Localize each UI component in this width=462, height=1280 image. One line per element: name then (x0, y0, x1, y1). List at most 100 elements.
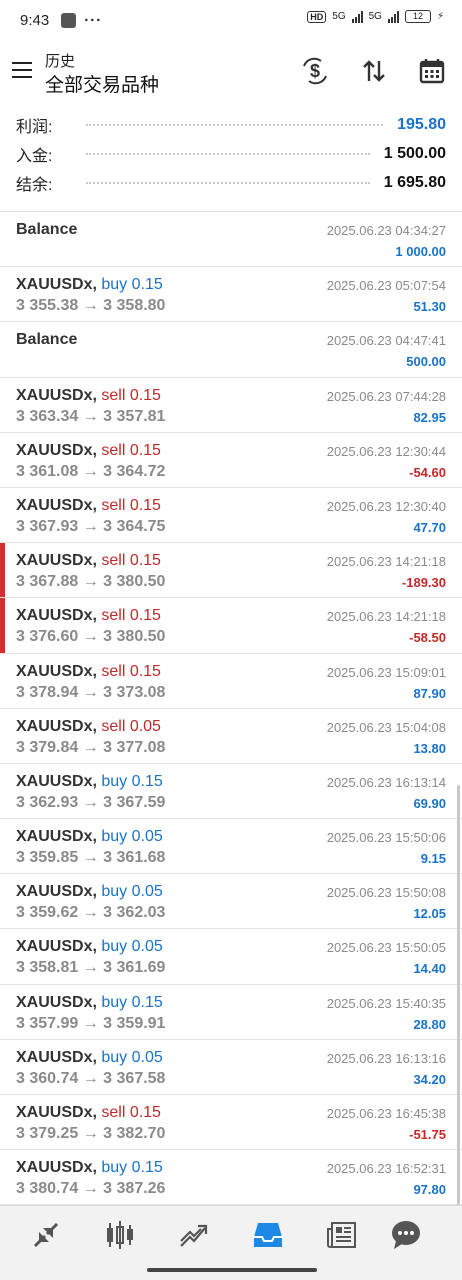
symbol-name: XAUUSDx, (16, 386, 97, 404)
deal-row[interactable]: XAUUSDx, buy 0.15 3 380.74 → 3 387.26 2025… (0, 1150, 462, 1206)
quotes-icon[interactable] (29, 1218, 63, 1252)
deal-prices: 3 361.08 → 3 364.72 (16, 462, 166, 480)
dotted-leader (86, 123, 384, 126)
symbol-name: XAUUSDx, (16, 828, 97, 846)
deal-time: 2025.06.23 12:30:44 (326, 443, 446, 459)
status-time: 9:43 (20, 11, 50, 29)
bottom-nav (0, 1205, 462, 1280)
deal-time: 2025.06.23 15:09:01 (326, 664, 446, 680)
balance-label: 结余: (16, 176, 53, 194)
chat-icon[interactable] (389, 1218, 423, 1252)
calendar-icon[interactable] (417, 56, 447, 86)
deal-side-volume: sell 0.15 (101, 496, 161, 514)
deal-row[interactable]: XAUUSDx, sell 0.15 3 361.08 → 3 364.72 202… (0, 433, 462, 488)
deal-row[interactable]: XAUUSDx, sell 0.15 3 376.60 → 3 380.50 202… (0, 598, 462, 654)
deal-time: 2025.06.23 12:30:40 (326, 498, 446, 514)
deal-side-volume: buy 0.15 (101, 276, 163, 294)
deal-side-volume: buy 0.15 (101, 993, 163, 1011)
status-bar: 9:43 ··· HD 5G 5G 12 ⚡ (0, 0, 462, 40)
currency-exchange-icon[interactable]: $ (300, 56, 330, 86)
history-icon[interactable] (251, 1218, 285, 1252)
deal-symbol: XAUUSDx, buy 0.15 (16, 994, 163, 1012)
deal-row[interactable]: XAUUSDx, buy 0.05 3 358.81 → 3 361.69 2025… (0, 929, 462, 985)
summary-row-balance: 结余: 1 695.80 (0, 168, 462, 197)
deal-symbol: XAUUSDx, buy 0.15 (16, 773, 163, 791)
deal-side-volume: sell 0.05 (101, 717, 161, 735)
deal-row[interactable]: XAUUSDx, buy 0.05 3 360.74 → 3 367.58 2025… (0, 1040, 462, 1095)
deal-time: 2025.06.23 15:50:06 (326, 830, 446, 846)
symbol-name: XAUUSDx, (16, 552, 97, 570)
symbol-name: XAUUSDx, (16, 662, 97, 680)
notification-icon (61, 12, 77, 28)
deal-profit: 1 000.00 (395, 244, 446, 259)
deal-row[interactable]: XAUUSDx, sell 0.15 3 378.94 → 3 373.08 202… (0, 654, 462, 709)
deal-side-volume: buy 0.05 (101, 883, 163, 901)
balance-value: 1 695.80 (383, 173, 446, 191)
deal-time: 2025.06.23 16:45:38 (326, 1106, 446, 1121)
deal-side-volume: buy 0.15 (101, 772, 163, 790)
news-icon[interactable] (325, 1218, 359, 1252)
svg-text:$: $ (310, 61, 320, 81)
deal-prices: 3 357.99 → 3 359.91 (16, 1014, 166, 1032)
deal-profit: 13.80 (413, 740, 446, 756)
symbol-name: XAUUSDx, (16, 1104, 97, 1121)
deal-symbol: XAUUSDx, buy 0.05 (16, 1049, 163, 1067)
deal-profit: -51.75 (409, 1127, 446, 1142)
signal-icon (351, 10, 363, 23)
deal-profit: 9.15 (420, 851, 446, 867)
deal-row[interactable]: XAUUSDx, sell 0.15 3 367.93 → 3 364.75 202… (0, 488, 462, 544)
deal-time: 2025.06.23 07:44:28 (326, 388, 446, 404)
deal-row[interactable]: Balance 2025.06.23 04:34:27 1 000.00 (0, 212, 462, 268)
deal-profit: -58.50 (409, 630, 446, 646)
deal-prices: 3 367.88 → 3 380.50 (16, 573, 166, 591)
symbol-name: XAUUSDx, (16, 496, 97, 514)
status-indicators: HD 5G 5G 12 ⚡ (307, 10, 444, 23)
menu-icon[interactable] (12, 62, 32, 78)
network-type-2: 5G (368, 11, 382, 22)
sort-icon[interactable] (359, 56, 389, 86)
deal-row[interactable]: XAUUSDx, sell 0.05 3 379.84 → 3 377.08 202… (0, 709, 462, 764)
symbol-name: XAUUSDx, (16, 883, 97, 901)
home-indicator[interactable] (147, 1268, 317, 1272)
page-title[interactable]: 全部交易品种 (45, 70, 159, 97)
deal-side-volume: sell 0.15 (101, 441, 161, 459)
hd-badge: HD (307, 10, 327, 23)
deal-prices: 3 378.94 → 3 373.08 (16, 683, 166, 701)
symbol-name: XAUUSDx, (16, 772, 97, 790)
symbol-name: XAUUSDx, (16, 607, 97, 625)
deal-symbol: Balance (16, 221, 77, 239)
deal-side-volume: buy 0.05 (101, 828, 163, 846)
deal-row[interactable]: XAUUSDx, buy 0.15 3 357.99 → 3 359.91 2025… (0, 985, 462, 1040)
deal-time: 2025.06.23 14:21:18 (326, 609, 446, 625)
symbol-name: XAUUSDx, (16, 276, 97, 294)
summary-row-profit: 利润: 195.80 (0, 110, 462, 139)
deal-row[interactable]: XAUUSDx, buy 0.05 3 359.62 → 3 362.03 2025… (0, 874, 462, 930)
deal-symbol: XAUUSDx, sell 0.15 (16, 1104, 161, 1122)
charging-icon: ⚡ (436, 11, 444, 22)
deal-prices: 3 358.81 → 3 361.69 (16, 959, 166, 977)
symbol-name: Balance (16, 331, 78, 349)
deal-time: 2025.06.23 16:52:31 (326, 1161, 446, 1177)
deal-row[interactable]: XAUUSDx, sell 0.15 3 367.88 → 3 380.50 202… (0, 543, 462, 599)
deal-row[interactable]: XAUUSDx, buy 0.15 3 355.38 → 3 358.80 2025… (0, 267, 462, 323)
deal-side-volume: buy 0.05 (101, 1048, 163, 1066)
deal-row[interactable]: XAUUSDx, buy 0.05 3 359.85 → 3 361.68 2025… (0, 819, 462, 875)
deal-time: 2025.06.23 16:13:14 (326, 774, 446, 790)
deal-row[interactable]: XAUUSDx, sell 0.15 3 363.34 → 3 357.81 202… (0, 378, 462, 433)
scrollbar[interactable] (457, 785, 460, 1205)
deal-prices: 3 355.38 → 3 358.80 (16, 297, 166, 315)
dotted-leader (86, 181, 370, 184)
deal-profit: 12.05 (413, 906, 446, 922)
deal-prices: 3 363.34 → 3 357.81 (16, 407, 166, 425)
deal-symbol: XAUUSDx, sell 0.15 (16, 607, 161, 625)
deal-row[interactable]: XAUUSDx, buy 0.15 3 362.93 → 3 367.59 2025… (0, 764, 462, 820)
deal-row[interactable]: Balance 2025.06.23 04:47:41 500.00 (0, 322, 462, 378)
deal-profit: 14.40 (413, 961, 446, 977)
trade-icon[interactable] (177, 1218, 211, 1252)
deal-row[interactable]: XAUUSDx, sell 0.15 3 379.25 → 3 382.70 202… (0, 1095, 462, 1151)
deals-list[interactable]: Balance 2025.06.23 04:34:27 1 000.00 XAUUSD… (0, 211, 462, 1206)
deal-symbol: XAUUSDx, sell 0.15 (16, 387, 161, 405)
deal-profit: 97.80 (413, 1182, 446, 1198)
deal-symbol: XAUUSDx, buy 0.05 (16, 883, 163, 901)
chart-icon[interactable] (103, 1218, 137, 1252)
